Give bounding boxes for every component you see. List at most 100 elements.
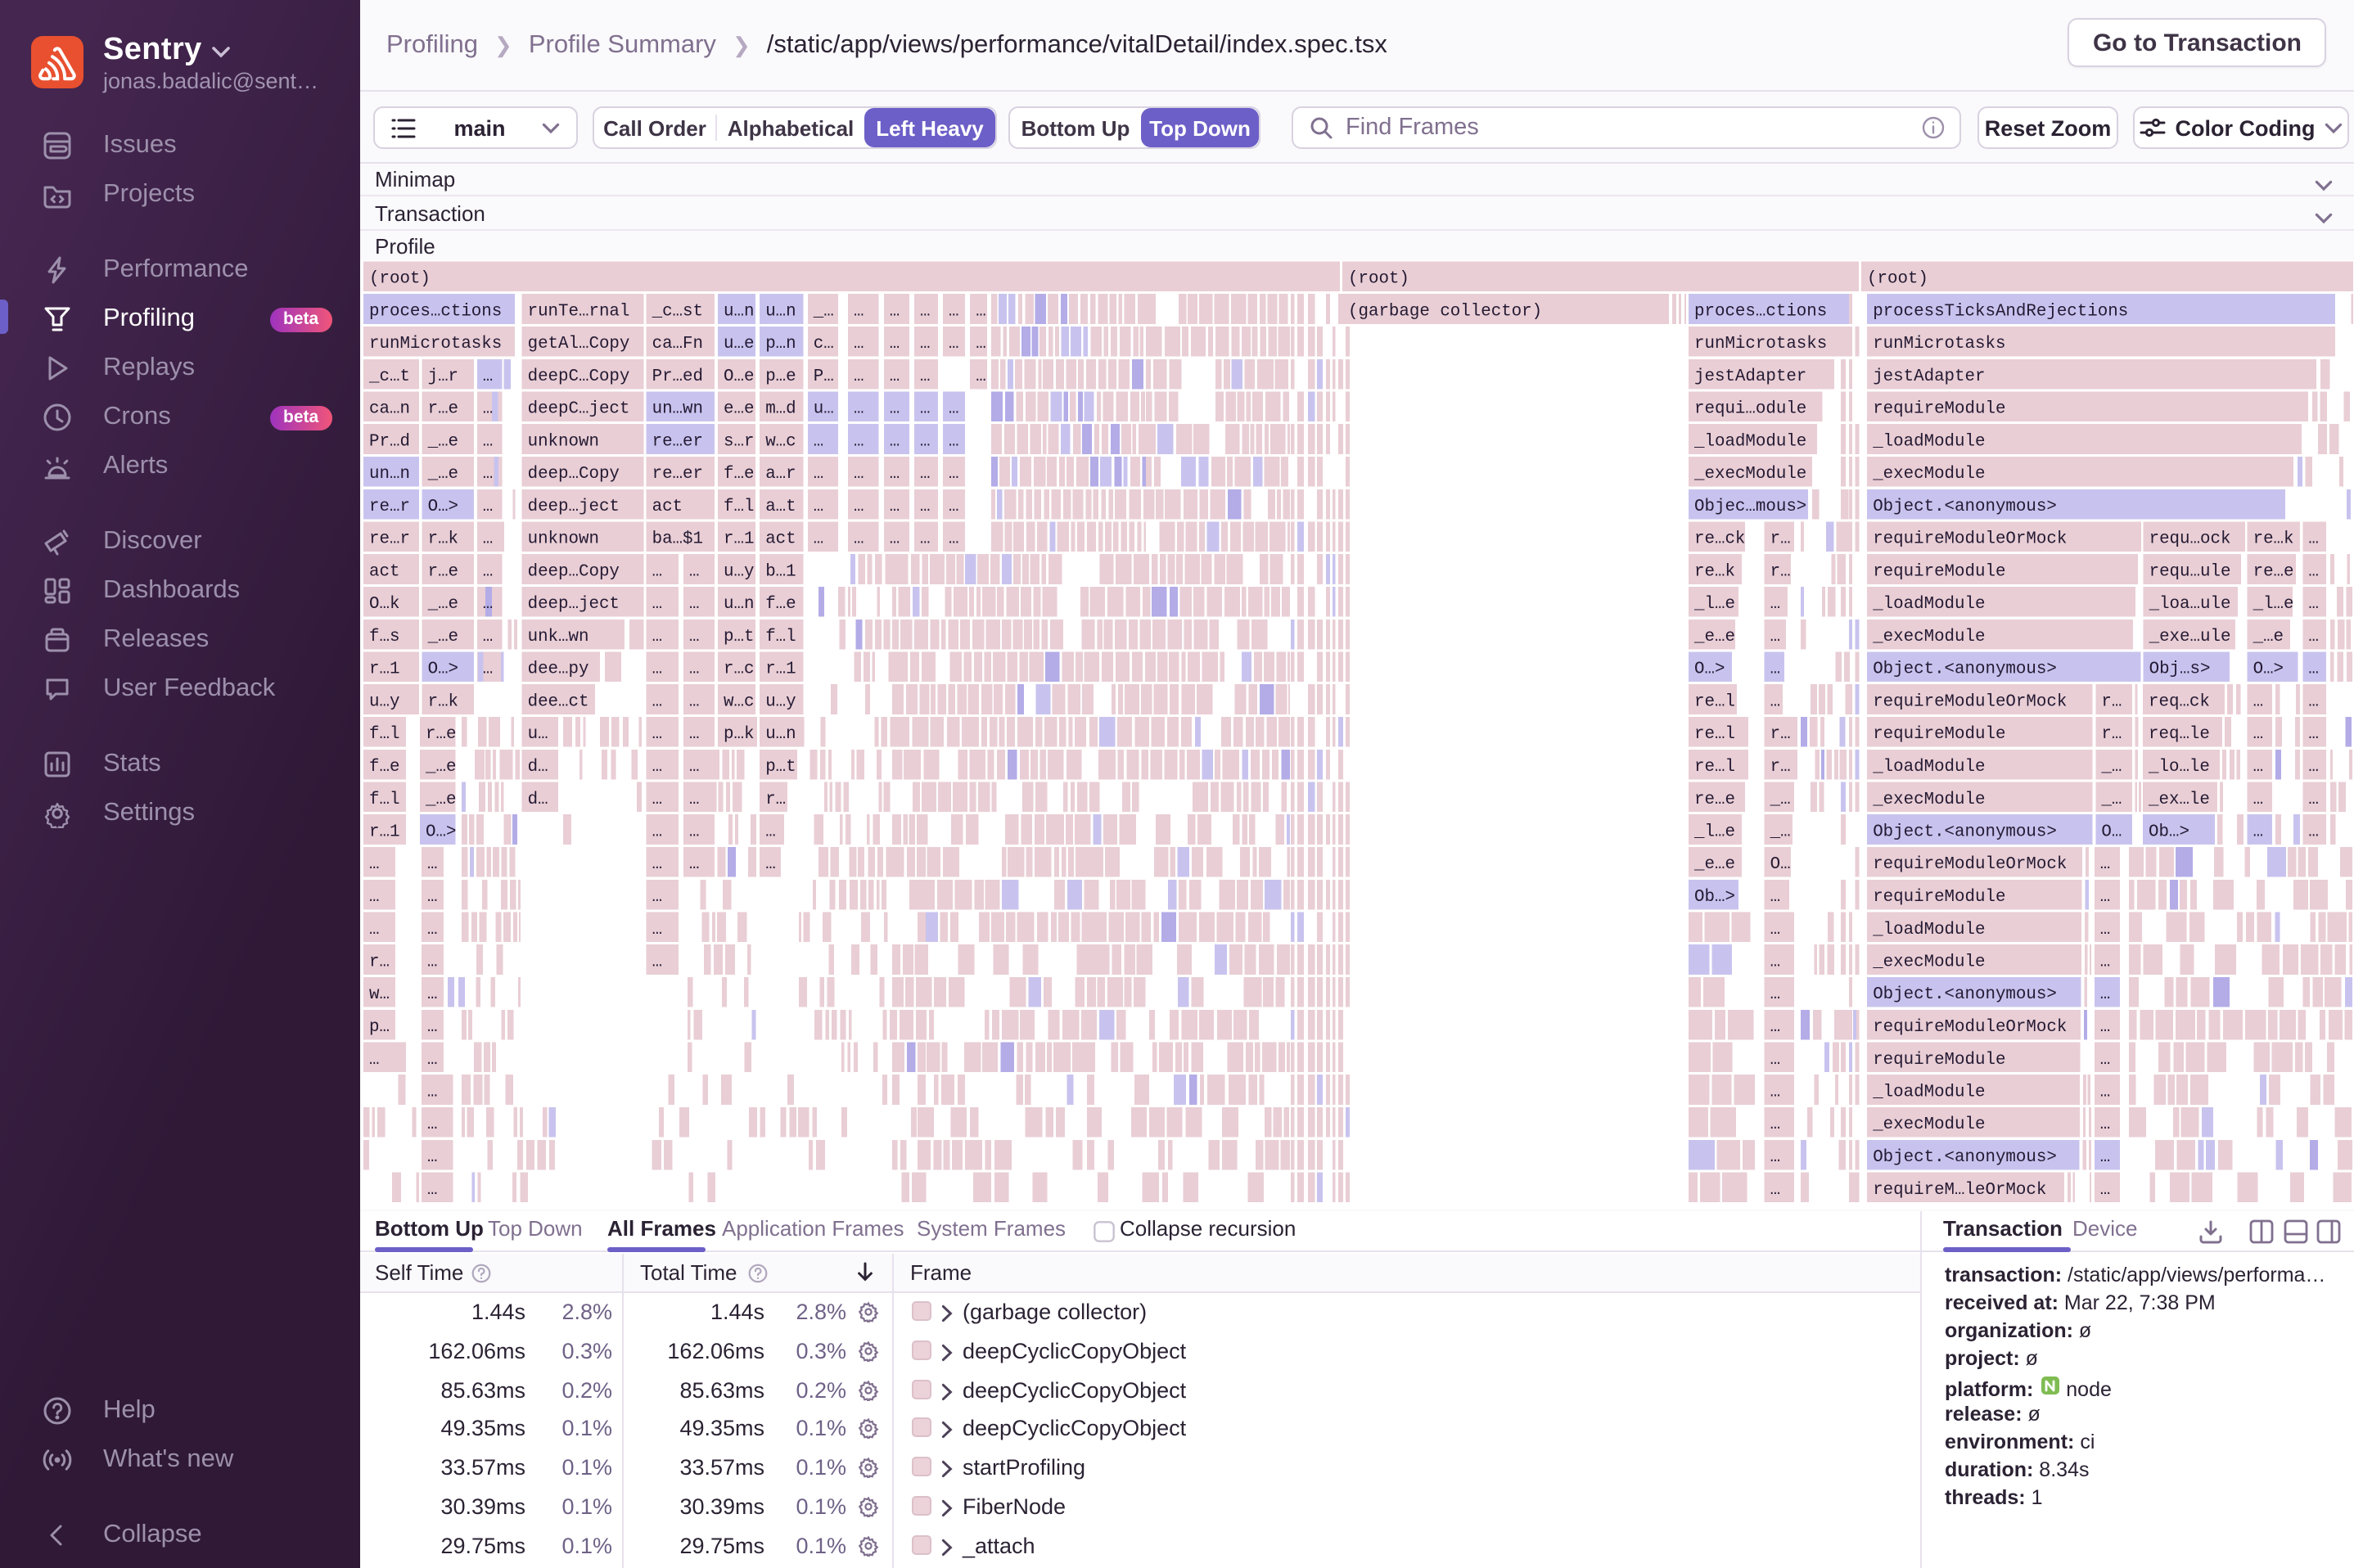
svg-text:…: … — [920, 367, 930, 386]
svg-text:…: … — [427, 921, 437, 939]
svg-text:…: … — [2308, 758, 2318, 777]
svg-text:r…e: r…e — [428, 562, 458, 581]
svg-text:(root): (root) — [369, 270, 431, 289]
svg-text:…: … — [483, 562, 493, 581]
svg-text:…: … — [483, 660, 493, 679]
svg-text:…: … — [814, 530, 823, 549]
svg-text:d…: d… — [528, 791, 548, 809]
svg-text:_loadModule: _loadModule — [1872, 595, 1985, 614]
svg-text:r…: r… — [369, 953, 390, 971]
svg-text:requireModule: requireModule — [1873, 562, 2005, 581]
svg-text:_ex…le: _ex…le — [2148, 791, 2210, 809]
svg-text:…: … — [1770, 628, 1780, 647]
svg-text:u…y: u…y — [369, 692, 399, 711]
svg-text:…: … — [920, 400, 930, 419]
svg-text:jestAdapter: jestAdapter — [1694, 367, 1806, 386]
svg-text:…: … — [890, 498, 900, 516]
svg-text:…: … — [949, 530, 958, 549]
svg-text:_e…e: _e…e — [1693, 855, 1735, 874]
svg-text:req…le: req…le — [2149, 725, 2210, 744]
svg-text:…: … — [976, 367, 985, 386]
svg-text:dee…py: dee…py — [528, 660, 589, 679]
svg-text:deepC…ject: deepC…ject — [528, 400, 630, 419]
svg-text:O…k: O…k — [369, 595, 399, 614]
svg-text:…: … — [949, 498, 958, 516]
svg-text:…: … — [483, 400, 493, 419]
svg-text:…: … — [814, 465, 823, 484]
svg-text:a…t: a…t — [765, 498, 796, 516]
svg-text:_…e: _…e — [427, 432, 458, 451]
svg-text:Object.<anonymous>: Object.<anonymous> — [1873, 1148, 2057, 1167]
svg-text:…: … — [689, 822, 699, 841]
svg-text:…: … — [2308, 791, 2318, 809]
svg-text:P…: P… — [814, 367, 834, 386]
svg-text:_loadModule: _loadModule — [1693, 432, 1806, 451]
svg-text:Pr…d: Pr…d — [369, 432, 410, 451]
svg-text:processTicksAndRejections: processTicksAndRejections — [1873, 302, 2128, 321]
svg-text:jestAdapter: jestAdapter — [1873, 367, 1985, 386]
svg-text:…: … — [369, 888, 379, 907]
svg-text:requ…ule: requ…ule — [2149, 562, 2231, 581]
svg-text:_…e: _…e — [427, 465, 458, 484]
svg-text:…: … — [689, 628, 699, 647]
svg-text:O…: O… — [1770, 855, 1791, 874]
svg-text:_loadModule: _loadModule — [1872, 921, 1985, 939]
svg-text:…: … — [652, 628, 662, 647]
svg-text:e…e: e…e — [724, 400, 754, 419]
svg-text:_loadModule: _loadModule — [1872, 758, 1985, 777]
svg-text:…: … — [2100, 1148, 2110, 1167]
svg-text:…: … — [814, 498, 823, 516]
svg-text:Obj…s>: Obj…s> — [2149, 660, 2211, 679]
svg-text:…: … — [949, 465, 958, 484]
svg-text:_loadModule: _loadModule — [1872, 432, 1985, 451]
svg-text:…: … — [814, 432, 823, 451]
svg-text:r…k: r…k — [428, 530, 458, 549]
svg-text:…: … — [1770, 1115, 1780, 1134]
svg-text:O…>: O…> — [1694, 660, 1725, 679]
svg-text:…: … — [2253, 725, 2263, 744]
svg-text:m…d: m…d — [765, 400, 796, 419]
svg-text:u…n: u…n — [724, 595, 754, 614]
svg-text:…: … — [689, 562, 699, 581]
svg-text:runMicrotasks: runMicrotasks — [1873, 335, 2005, 354]
svg-text:…: … — [854, 367, 864, 386]
svg-text:re…er: re…er — [652, 465, 703, 484]
svg-text:r…: r… — [1770, 530, 1791, 549]
svg-text:…: … — [890, 400, 900, 419]
svg-text:…: … — [2253, 791, 2263, 809]
svg-text:_loadModule: _loadModule — [1872, 1083, 1985, 1102]
svg-text:u…y: u…y — [765, 692, 796, 711]
svg-text:…: … — [854, 400, 864, 419]
svg-text:…: … — [854, 498, 864, 516]
svg-text:u…: u… — [528, 725, 548, 744]
svg-text:…: … — [369, 921, 379, 939]
svg-text:…: … — [427, 1051, 437, 1070]
svg-text:r…: r… — [765, 791, 786, 809]
svg-text:r…1: r…1 — [369, 660, 399, 679]
svg-text:r…1: r…1 — [369, 822, 399, 841]
svg-text:…: … — [689, 660, 699, 679]
svg-text:r…: r… — [1770, 758, 1791, 777]
svg-text:_…: _… — [813, 302, 834, 321]
svg-text:Object.<anonymous>: Object.<anonymous> — [1873, 660, 2057, 679]
svg-text:Object.<anonymous>: Object.<anonymous> — [1873, 498, 2057, 516]
svg-text:_…e: _…e — [427, 595, 458, 614]
svg-text:Object.<anonymous>: Object.<anonymous> — [1873, 985, 2057, 1004]
svg-text:…: … — [427, 953, 437, 971]
svg-text:…: … — [920, 335, 930, 354]
svg-text:…: … — [2100, 921, 2110, 939]
svg-text:…: … — [920, 530, 930, 549]
svg-text:…: … — [976, 302, 985, 321]
svg-text:…: … — [652, 595, 662, 614]
svg-text:w…c: w…c — [724, 692, 754, 711]
svg-text:…: … — [2100, 1083, 2110, 1102]
svg-text:…: … — [427, 1083, 437, 1102]
svg-text:runTe…rnal: runTe…rnal — [528, 302, 630, 321]
svg-text:a…r: a…r — [765, 465, 796, 484]
svg-text:r…k: r…k — [428, 692, 458, 711]
svg-text:…: … — [976, 335, 985, 354]
svg-text:Object.<anonymous>: Object.<anonymous> — [1873, 822, 2057, 841]
svg-text:u…: u… — [814, 400, 834, 419]
svg-text:un…n: un…n — [369, 465, 410, 484]
svg-text:…: … — [689, 692, 699, 711]
